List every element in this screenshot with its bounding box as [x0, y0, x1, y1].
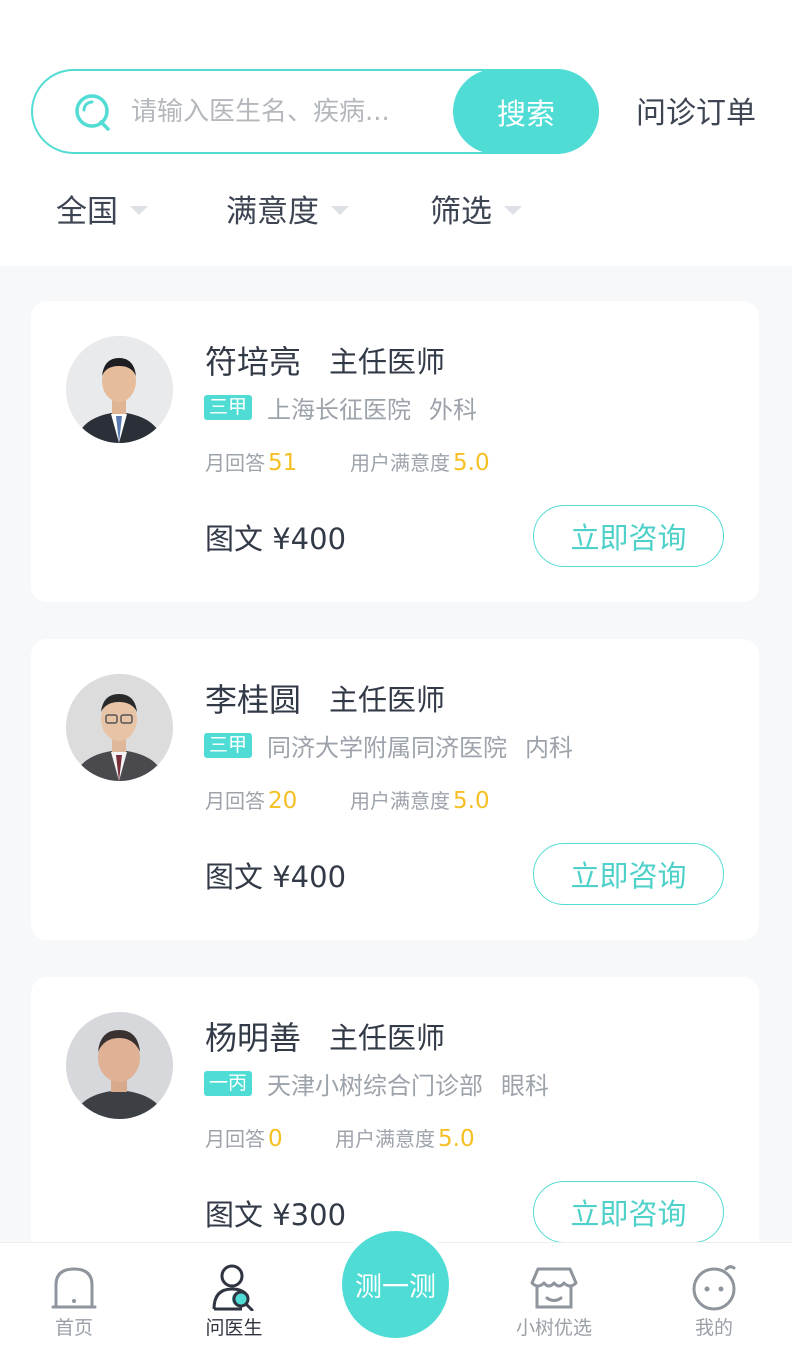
hospital-name: 上海长征医院	[267, 396, 411, 424]
chevron-down-icon	[331, 206, 349, 215]
consult-now-button[interactable]: 立即咨询	[533, 1181, 724, 1243]
search-button[interactable]: 搜索	[453, 69, 599, 154]
store-icon	[530, 1267, 578, 1309]
satisfaction-value: 5.0	[438, 1126, 475, 1152]
chevron-down-icon	[130, 206, 148, 215]
monthly-answers-label: 月回答	[205, 789, 265, 813]
filter-satisfaction[interactable]: 满意度	[226, 186, 349, 231]
consult-price: 图文 ¥400	[205, 522, 347, 556]
chevron-down-icon	[504, 206, 522, 215]
tab-shop[interactable]: 小树优选	[504, 1263, 604, 1340]
monthly-answers-label: 月回答	[205, 451, 265, 475]
filter-region[interactable]: 全国	[56, 186, 148, 231]
search-bar[interactable]: 搜索	[31, 69, 599, 154]
department: 外科	[429, 396, 477, 424]
doctor-card[interactable]: 符培亮 主任医师 三甲 上海长征医院 外科 月回答 51 用户满意度 5.0 图文 ¥…	[31, 301, 759, 602]
user-satisfaction: 用户满意度 5.0	[350, 785, 490, 814]
filter-region-label: 全国	[56, 194, 118, 230]
profile-face-icon	[692, 1265, 736, 1311]
hospital-info: 天津小树综合门诊部 眼科	[267, 1066, 549, 1101]
monthly-answers-value: 51	[268, 450, 298, 476]
monthly-answers-label: 月回答	[205, 1127, 265, 1151]
tab-home[interactable]: 首页	[24, 1263, 124, 1340]
doctor-title: 主任医师	[329, 1021, 446, 1055]
doctor-avatar	[66, 336, 173, 443]
tab-mine-label: 我的	[694, 1317, 733, 1339]
user-satisfaction: 用户满意度 5.0	[335, 1123, 475, 1152]
hospital-info: 同济大学附属同济医院 内科	[267, 728, 573, 763]
tab-ask-doctor[interactable]: 问医生	[184, 1263, 284, 1340]
monthly-answers: 月回答 20	[205, 785, 297, 814]
filter-satisfaction-label: 满意度	[226, 194, 319, 230]
tab-shop-label: 小树优选	[515, 1317, 592, 1339]
monthly-answers-value: 20	[268, 788, 298, 814]
tab-home-label: 首页	[54, 1317, 93, 1339]
doctor-icon	[212, 1264, 254, 1311]
top-header: 搜索 问诊订单 全国 满意度 筛选	[0, 0, 792, 266]
satisfaction-value: 5.0	[453, 450, 490, 476]
hospital-grade-badge: 三甲	[204, 733, 253, 758]
hospital-grade-badge: 三甲	[204, 395, 253, 420]
hospital-name: 同济大学附属同济医院	[267, 734, 507, 762]
doctor-avatar	[66, 1012, 173, 1119]
self-test-button[interactable]: 测一测	[342, 1231, 449, 1338]
satisfaction-label: 用户满意度	[335, 1127, 435, 1151]
home-icon	[51, 1267, 97, 1309]
department: 内科	[525, 734, 573, 762]
monthly-answers: 月回答 51	[205, 447, 297, 476]
search-icon	[75, 94, 110, 131]
tab-ask-doctor-label: 问医生	[205, 1317, 263, 1339]
consult-now-button[interactable]: 立即咨询	[533, 505, 724, 567]
satisfaction-value: 5.0	[453, 788, 490, 814]
consult-price: 图文 ¥300	[205, 1198, 347, 1232]
doctor-title: 主任医师	[329, 683, 446, 717]
doctor-title: 主任医师	[329, 345, 446, 379]
filter-more[interactable]: 筛选	[430, 186, 522, 231]
department: 眼科	[501, 1072, 549, 1100]
doctor-card[interactable]: 李桂圆 主任医师 三甲 同济大学附属同济医院 内科 月回答 20 用户满意度 5.0 …	[31, 639, 759, 940]
consult-orders-link[interactable]: 问诊订单	[636, 88, 756, 132]
hospital-grade-badge: 一丙	[204, 1071, 253, 1096]
doctor-name: 杨明善	[205, 1019, 302, 1057]
monthly-answers: 月回答 0	[205, 1123, 283, 1152]
user-satisfaction: 用户满意度 5.0	[350, 447, 490, 476]
doctor-name: 李桂圆	[205, 681, 302, 719]
search-input[interactable]	[131, 89, 431, 135]
tab-mine[interactable]: 我的	[664, 1263, 764, 1340]
monthly-answers-value: 0	[268, 1126, 283, 1152]
satisfaction-label: 用户满意度	[350, 789, 450, 813]
consult-now-button[interactable]: 立即咨询	[533, 843, 724, 905]
filter-more-label: 筛选	[430, 194, 492, 230]
hospital-name: 天津小树综合门诊部	[267, 1072, 483, 1100]
consult-price: 图文 ¥400	[205, 860, 347, 894]
doctor-name: 符培亮	[205, 343, 302, 381]
hospital-info: 上海长征医院 外科	[267, 390, 477, 425]
satisfaction-label: 用户满意度	[350, 451, 450, 475]
doctor-avatar	[66, 674, 173, 781]
